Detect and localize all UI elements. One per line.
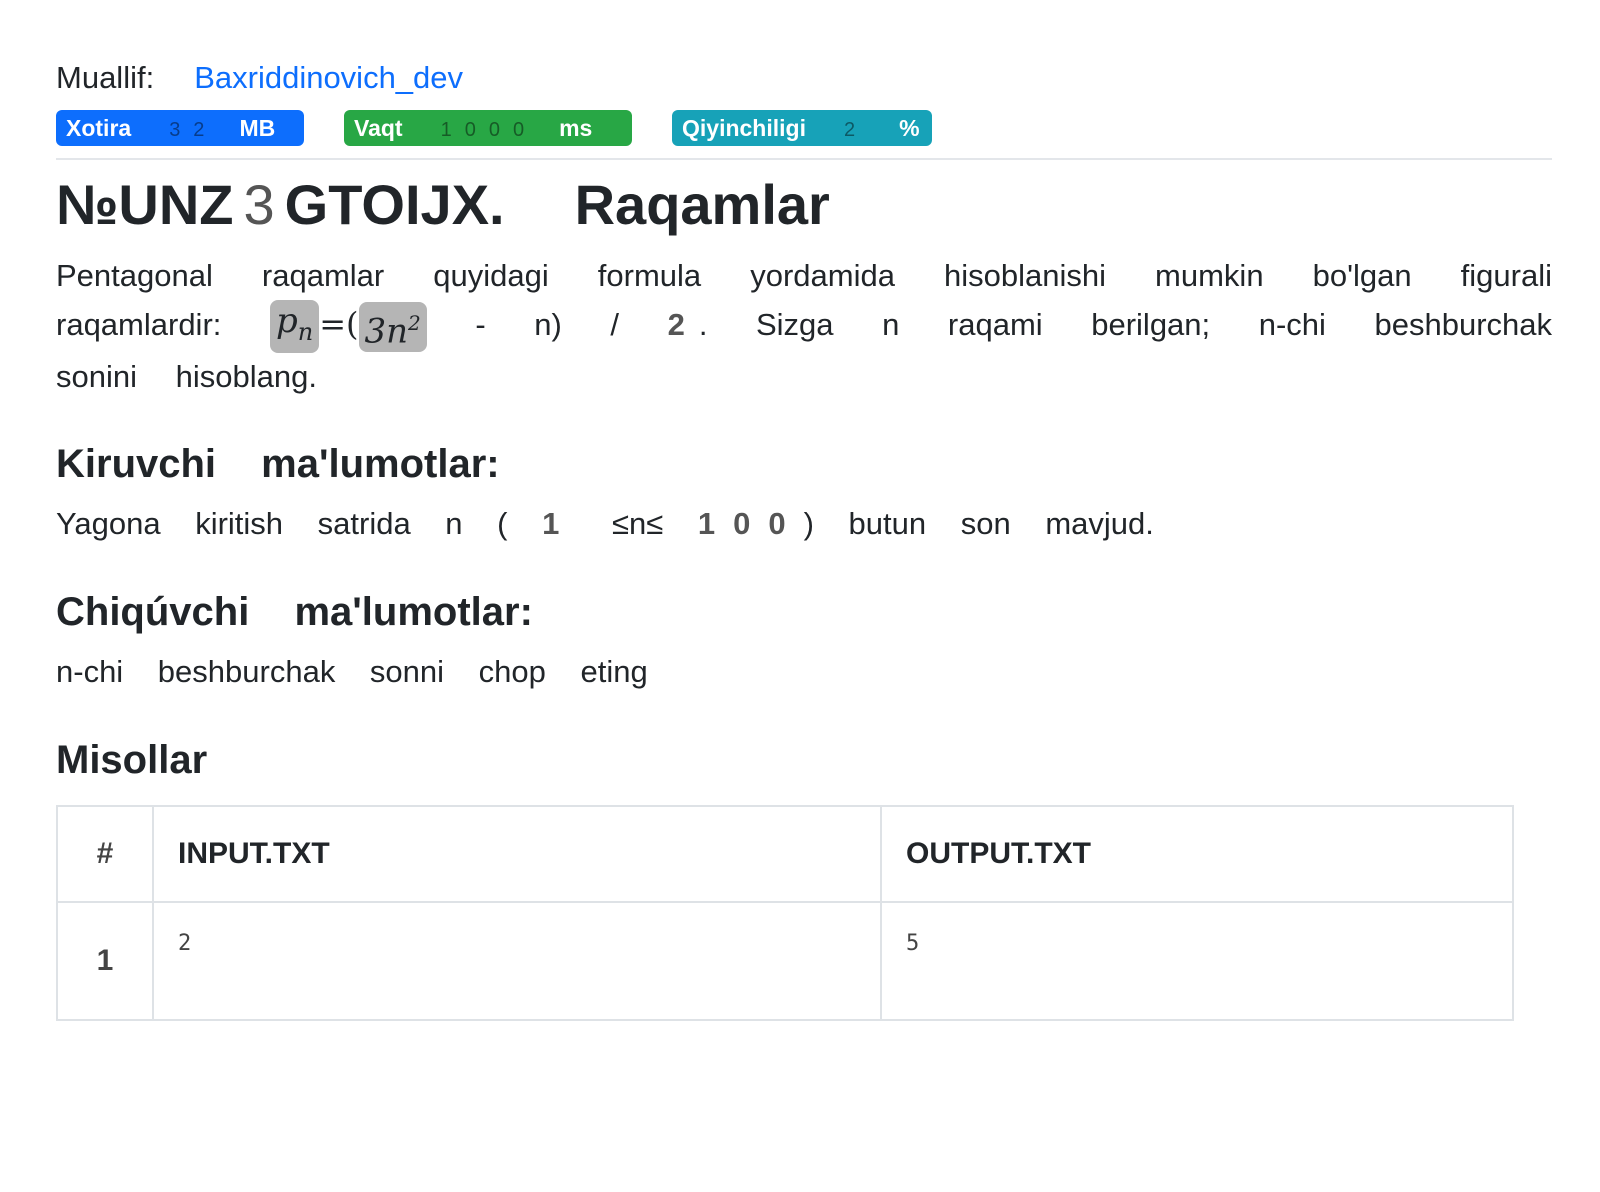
difficulty-value: 2 xyxy=(843,119,856,141)
time-label: Vaqt xyxy=(354,115,403,141)
formula-eq: =( xyxy=(319,305,359,343)
author-label: Muallif: xyxy=(56,60,155,95)
problem-description: Pentagonal raqamlar quyidagi formula yor… xyxy=(56,252,1552,401)
time-unit: ms xyxy=(559,115,593,141)
problem-name: Raqamlar xyxy=(574,173,830,236)
author-line: Muallif: Baxriddinovich_dev xyxy=(56,56,1552,100)
problem-title: №UNZ 3 GTOIJX. Raqamlar xyxy=(56,170,1552,240)
difficulty-unit: % xyxy=(899,115,920,141)
examples-heading: Misollar xyxy=(56,738,208,783)
column-header-input: INPUT.TXT xyxy=(152,805,882,904)
column-header-index: # xyxy=(56,805,154,904)
input-description: Yagona kiritish satrida n ( 1 ≤n≤ 100) b… xyxy=(56,506,1154,542)
formula-lhs: pn xyxy=(269,300,320,354)
time-limit-badge: Vaqt 1000 ms xyxy=(344,110,632,146)
example-index: 1 xyxy=(56,901,154,1022)
problem-page: Muallif: Baxriddinovich_dev Xotira 32 MB Va… xyxy=(56,56,1552,1022)
input-heading: Kiruvchi ma'lumotlar: xyxy=(56,442,500,487)
examples-header-row: # INPUT.TXT OUTPUT.TXT xyxy=(56,805,1514,904)
column-header-output: OUTPUT.TXT xyxy=(880,805,1514,904)
formula-term: 3n2 xyxy=(358,301,427,352)
header-divider xyxy=(56,158,1552,160)
formula-denominator: 2 xyxy=(667,307,699,342)
input-low-bound: 1 xyxy=(542,506,578,542)
difficulty-label: Qiyinchiligi xyxy=(682,115,806,141)
problem-id-prefix: №UNZ xyxy=(56,173,234,236)
output-description: n-chi beshburchak sonni chop eting xyxy=(56,654,648,690)
examples-table: # INPUT.TXT OUTPUT.TXT 1 2 5 xyxy=(56,805,1514,1022)
formula-rest: - n) / xyxy=(475,307,668,342)
output-heading: Chiqúvchi ma'lumotlar: xyxy=(56,590,533,635)
time-value: 1000 xyxy=(440,119,538,141)
limits-badges: Xotira 32 MB Vaqt 1000 ms Qiyinchiligi 2% xyxy=(56,110,1552,146)
table-row: 1 2 5 xyxy=(56,901,1514,1022)
example-input[interactable]: 2 xyxy=(152,901,882,1022)
author-link[interactable]: Baxriddinovich_dev xyxy=(194,60,463,95)
problem-id-number: 3 xyxy=(243,173,275,236)
problem-id-suffix: GTOIJX. xyxy=(284,173,505,236)
memory-unit: MB xyxy=(239,115,276,141)
memory-value: 32 xyxy=(169,119,218,141)
input-high-bound: 100 xyxy=(697,506,804,542)
memory-limit-badge: Xotira 32 MB xyxy=(56,110,304,146)
difficulty-badge: Qiyinchiligi 2% xyxy=(672,110,932,146)
memory-label: Xotira xyxy=(66,115,132,141)
example-output[interactable]: 5 xyxy=(880,901,1514,1022)
